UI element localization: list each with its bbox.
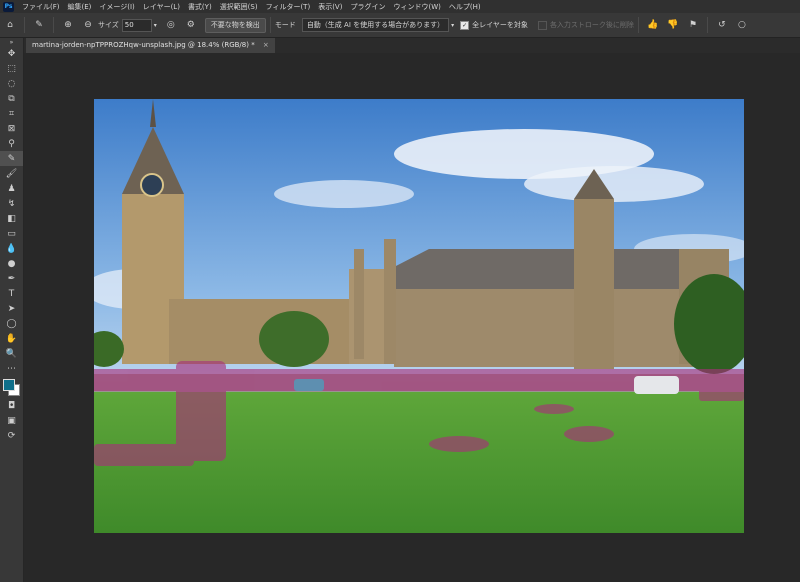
- chevron-down-icon[interactable]: ▾: [154, 22, 157, 29]
- flag-icon[interactable]: ⚑: [685, 17, 701, 33]
- type-icon[interactable]: T: [0, 286, 23, 301]
- object-select-icon[interactable]: ⧉: [0, 91, 23, 106]
- eraser-icon[interactable]: ◧: [0, 211, 23, 226]
- brush-icon[interactable]: 🖌: [0, 166, 23, 181]
- color-swatches[interactable]: [0, 376, 23, 398]
- add-stroke-icon[interactable]: ⊕: [60, 17, 76, 33]
- divider: [706, 17, 708, 33]
- mode-select[interactable]: 自動（生成 AI を使用する場合があります）: [301, 18, 450, 32]
- blur-icon[interactable]: 💧: [0, 241, 23, 256]
- menu-file[interactable]: ファイル(F): [18, 2, 64, 12]
- divider: [269, 17, 271, 33]
- remove-tool-icon[interactable]: ✎: [0, 151, 23, 166]
- canvas-area[interactable]: [24, 53, 800, 582]
- chevron-down-icon[interactable]: ▾: [451, 22, 454, 29]
- menu-view[interactable]: 表示(V): [314, 2, 346, 12]
- history-brush-icon[interactable]: ↯: [0, 196, 23, 211]
- reset-icon[interactable]: ↺: [714, 17, 730, 33]
- document-tab[interactable]: martina-jorden-npTPPROZHqw-unsplash.jpg …: [26, 38, 275, 53]
- menu-image[interactable]: イメージ(I): [95, 2, 138, 12]
- divider: [24, 17, 25, 33]
- stroke-label: 各入力ストローク後に削除: [549, 21, 634, 29]
- thumbs-up-icon[interactable]: 👍: [645, 17, 661, 33]
- photoshop-logo[interactable]: Ps: [3, 1, 14, 12]
- share-icon[interactable]: ⟳: [0, 428, 23, 443]
- remove-tool-icon[interactable]: ✎: [31, 17, 47, 33]
- menu-plugins[interactable]: プラグイン: [346, 2, 389, 12]
- document-tab-title: martina-jorden-npTPPROZHqw-unsplash.jpg …: [32, 41, 255, 49]
- pen-icon[interactable]: ✒: [0, 271, 23, 286]
- menu-help[interactable]: ヘルプ(H): [445, 2, 485, 12]
- stamp-icon[interactable]: ♟: [0, 181, 23, 196]
- home-icon[interactable]: ⌂: [2, 17, 18, 33]
- clock-face: [140, 173, 164, 197]
- gradient-icon[interactable]: ▭: [0, 226, 23, 241]
- screen-mode-icon[interactable]: ▣: [0, 413, 23, 428]
- marquee-icon[interactable]: ⬚: [0, 61, 23, 76]
- path-select-icon[interactable]: ➤: [0, 301, 23, 316]
- frame-icon[interactable]: ⊠: [0, 121, 23, 136]
- foreground-color-swatch[interactable]: [3, 379, 15, 391]
- document-tab-bar: martina-jorden-npTPPROZHqw-unsplash.jpg …: [23, 38, 800, 53]
- divider: [53, 17, 54, 33]
- cloud: [524, 166, 704, 202]
- menu-select[interactable]: 選択範囲(S): [216, 2, 262, 12]
- tools-panel: » ✥ ⬚ ◌ ⧉ ⌗ ⊠ ⚲ ✎ 🖌 ♟ ↯ ◧ ▭ 💧 ● ✒ T ➤ ◯ …: [0, 38, 24, 582]
- subtract-stroke-icon[interactable]: ⊖: [80, 17, 96, 33]
- hand-icon[interactable]: ✋: [0, 331, 23, 346]
- quick-mask-icon[interactable]: ◘: [0, 398, 23, 413]
- circle-icon[interactable]: ○: [734, 17, 750, 33]
- eyedropper-icon[interactable]: ⚲: [0, 136, 23, 151]
- zoom-icon[interactable]: 🔍: [0, 346, 23, 361]
- size-label: サイズ: [98, 21, 119, 29]
- menu-type[interactable]: 書式(Y): [184, 2, 216, 12]
- close-icon[interactable]: ×: [263, 41, 269, 49]
- gear-icon[interactable]: ⚙: [183, 17, 199, 33]
- move-icon[interactable]: ✥: [0, 46, 23, 61]
- pressure-icon[interactable]: ◎: [163, 17, 179, 33]
- collapse-icon[interactable]: »: [0, 38, 23, 46]
- thumbs-down-icon[interactable]: 👎: [665, 17, 681, 33]
- all-layers-label: 全レイヤーを対象: [472, 21, 528, 29]
- dodge-icon[interactable]: ●: [0, 256, 23, 271]
- shape-icon[interactable]: ◯: [0, 316, 23, 331]
- stroke-checkbox[interactable]: [537, 20, 547, 30]
- size-input[interactable]: 50: [121, 18, 152, 32]
- lasso-icon[interactable]: ◌: [0, 76, 23, 91]
- crop-icon[interactable]: ⌗: [0, 106, 23, 121]
- divider: [637, 17, 639, 33]
- more-icon[interactable]: ⋯: [0, 361, 23, 376]
- menu-bar: Ps ファイル(F) 編集(E) イメージ(I) レイヤー(L) 書式(Y) 選…: [0, 0, 800, 13]
- detect-distractions-button[interactable]: 不要な物を検出: [204, 17, 266, 33]
- menu-edit[interactable]: 編集(E): [64, 2, 96, 12]
- options-bar: ⌂ ✎ ⊕ ⊖ サイズ 50 ▾ ◎ ⚙ 不要な物を検出 モード 自動（生成 A…: [0, 13, 800, 38]
- cloud: [274, 180, 414, 208]
- document-image[interactable]: [94, 99, 744, 533]
- menu-filter[interactable]: フィルター(T): [262, 2, 315, 12]
- all-layers-checkbox[interactable]: ✓: [460, 20, 470, 30]
- menu-layer[interactable]: レイヤー(L): [139, 2, 184, 12]
- mode-label: モード: [274, 21, 296, 29]
- menu-window[interactable]: ウィンドウ(W): [389, 2, 444, 12]
